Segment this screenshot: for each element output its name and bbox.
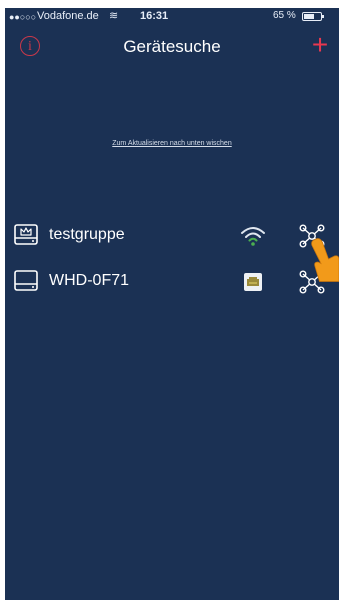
app-screen: ●●○○○ Vodafone.de ≋ 16:31 65 % i Gerätes…	[5, 8, 339, 600]
status-bar: ●●○○○ Vodafone.de ≋ 16:31 65 %	[5, 8, 339, 26]
carrier-name: Vodafone.de	[37, 10, 99, 22]
device-row-testgruppe[interactable]: testgruppe	[5, 218, 339, 254]
battery-fill	[304, 14, 315, 19]
page-title: Gerätesuche	[123, 37, 221, 56]
add-device-button[interactable]: +	[308, 31, 332, 59]
pointer-hand-icon	[311, 238, 339, 282]
navigation-bar: i Gerätesuche +	[5, 26, 339, 70]
disk-icon	[14, 270, 38, 291]
clock: 16:31	[140, 10, 169, 22]
device-name: WHD-0F71	[49, 272, 130, 289]
wifi-status-icon: ≋	[109, 10, 119, 22]
group-disk-icon	[14, 224, 38, 245]
battery-icon	[302, 12, 324, 21]
device-name: testgruppe	[49, 226, 125, 243]
signal-strength-icon: ●●○○○	[9, 12, 37, 22]
device-row-whd-0f71[interactable]: WHD-0F71	[5, 264, 339, 300]
wifi-icon	[241, 227, 265, 246]
ethernet-icon	[244, 273, 262, 291]
pull-to-refresh-hint: Zum Aktualisieren nach unten wischen	[112, 140, 232, 147]
battery-percentage: 65 %	[273, 10, 296, 21]
